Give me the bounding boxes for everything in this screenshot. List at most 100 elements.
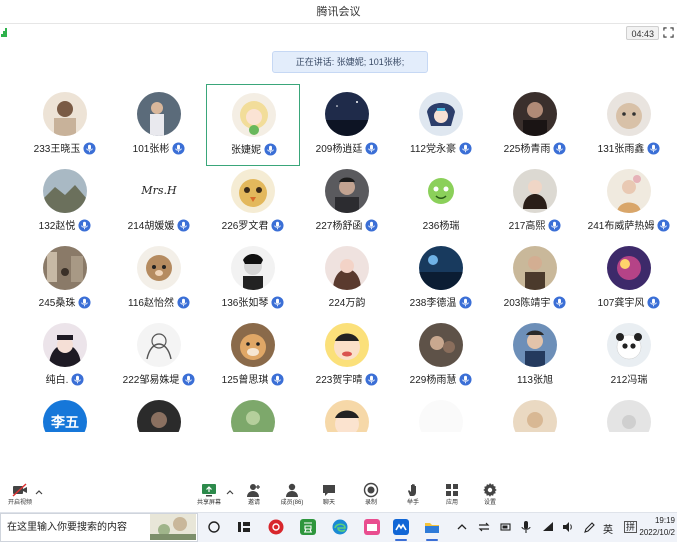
participant-name-row: 227杨舒函	[300, 219, 394, 235]
avatar	[325, 323, 369, 367]
participant-tile[interactable]: 131张雨鑫	[582, 84, 676, 166]
taskbar-clock[interactable]: 19:19 2022/10/2	[615, 515, 675, 539]
participant-tile[interactable]: 226罗文君	[206, 161, 300, 243]
raise-hand-button[interactable]: 举手	[393, 482, 433, 512]
widgets-icon[interactable]	[236, 519, 252, 535]
participant-tile[interactable]: 241布威萨热姆	[582, 161, 676, 243]
signal-icon[interactable]	[1, 28, 7, 37]
chevron-up-icon[interactable]	[456, 519, 468, 535]
participant-name: 245桑珠	[38, 298, 76, 309]
microphone-icon[interactable]	[657, 219, 670, 232]
microphone-icon[interactable]	[264, 143, 277, 156]
microphone-icon[interactable]	[172, 142, 185, 155]
microphone-icon[interactable]	[271, 296, 284, 309]
chat-label: 聊天	[322, 500, 335, 506]
microphone-icon[interactable]	[365, 373, 378, 386]
microphone-icon[interactable]	[365, 142, 378, 155]
store-app-icon[interactable]	[364, 519, 380, 535]
chat-button[interactable]: 聊天	[309, 482, 349, 512]
microphone-icon[interactable]	[520, 519, 532, 535]
microphone-icon[interactable]	[78, 219, 91, 232]
participant-tile[interactable]: 225杨青雨	[488, 84, 582, 166]
participant-tile[interactable]: 116赵怡然	[112, 238, 206, 320]
participant-tile[interactable]: 张婕妮	[206, 84, 300, 166]
participant-tile[interactable]: 136张如琴	[206, 238, 300, 320]
microphone-icon[interactable]	[177, 296, 190, 309]
microphone-icon[interactable]	[182, 373, 195, 386]
tencent-meeting-icon[interactable]	[393, 519, 409, 535]
microphone-icon[interactable]	[71, 373, 84, 386]
record-button[interactable]: 录制	[351, 482, 391, 512]
participant-tile[interactable]: 101张彬	[112, 84, 206, 166]
microphone-icon[interactable]	[647, 142, 660, 155]
microphone-icon[interactable]	[83, 142, 96, 155]
input-language[interactable]: 英	[603, 521, 613, 536]
participant-tile[interactable]: 238李德温	[394, 238, 488, 320]
task-view-icon[interactable]	[206, 519, 222, 535]
microphone-icon[interactable]	[365, 219, 378, 232]
microphone-icon[interactable]	[271, 373, 284, 386]
apps-button[interactable]: 应用	[432, 482, 472, 512]
video-button[interactable]: 开启视频	[0, 482, 40, 512]
participant-tile[interactable]: 224万韵	[300, 238, 394, 320]
fullscreen-icon[interactable]	[663, 27, 674, 38]
pen-icon[interactable]	[583, 519, 595, 535]
participant-tile[interactable]	[394, 392, 488, 432]
microphone-icon[interactable]	[459, 296, 472, 309]
participant-tile[interactable]: 203陈靖宇	[488, 238, 582, 320]
participant-tile[interactable]: 222邹易姝堤	[112, 315, 206, 397]
chevron-up-icon[interactable]	[35, 488, 43, 496]
participant-tile[interactable]: 107龚宇风	[582, 238, 676, 320]
share-screen-button[interactable]: 共享屏幕	[189, 482, 229, 512]
chevron-up-icon[interactable]	[226, 488, 234, 496]
douban-icon[interactable]	[300, 519, 316, 535]
participant-tile[interactable]: 李五	[18, 392, 112, 432]
microphone-icon[interactable]	[647, 296, 660, 309]
participant-tile[interactable]: 212冯瑞	[582, 315, 676, 397]
avatar-text: Mrs.H	[141, 184, 177, 197]
participant-tile[interactable]	[582, 392, 676, 432]
participant-tile[interactable]	[300, 392, 394, 432]
sync-icon[interactable]	[478, 519, 490, 535]
participant-tile[interactable]: 245桑珠	[18, 238, 112, 320]
participant-tile[interactable]: 227杨舒函	[300, 161, 394, 243]
participant-tile[interactable]: 217高熙	[488, 161, 582, 243]
participant-tile[interactable]: Mrs.H 214胡媛媛	[112, 161, 206, 243]
microphone-icon[interactable]	[271, 219, 284, 232]
participant-tile[interactable]: 125曾思琪	[206, 315, 300, 397]
netease-music-icon[interactable]	[268, 519, 284, 535]
participant-name-row: 229杨雨慧	[394, 373, 488, 389]
participant-tile[interactable]	[112, 392, 206, 432]
file-explorer-icon[interactable]	[424, 519, 440, 535]
participant-name-row: 101张彬	[112, 142, 206, 158]
participant-tile[interactable]: 223贺宇晴	[300, 315, 394, 397]
participant-tile[interactable]: 229杨雨慧	[394, 315, 488, 397]
participant-name-row: 116赵怡然	[112, 296, 206, 312]
wifi-icon[interactable]	[542, 519, 554, 535]
participant-name: 236杨瑞	[422, 221, 460, 232]
participant-tile[interactable]: 112党永豪	[394, 84, 488, 166]
participant-tile[interactable]: 233王晓玉	[18, 84, 112, 166]
settings-button[interactable]: 设置	[470, 482, 510, 512]
battery-icon[interactable]	[500, 519, 512, 535]
participant-tile[interactable]: 113张旭	[488, 315, 582, 397]
members-button[interactable]: 成员(86)	[272, 482, 312, 512]
microphone-icon[interactable]	[459, 142, 472, 155]
microphone-icon[interactable]	[78, 296, 91, 309]
avatar: Mrs.H	[137, 169, 181, 213]
avatar	[513, 400, 557, 432]
participant-tile[interactable]: 236杨瑞	[394, 161, 488, 243]
participant-tile[interactable]	[206, 392, 300, 432]
participant-tile[interactable]: 209杨逍廷	[300, 84, 394, 166]
invite-button[interactable]: 邀请	[234, 482, 274, 512]
participant-tile[interactable]: 纯白.	[18, 315, 112, 397]
microphone-icon[interactable]	[553, 142, 566, 155]
microphone-icon[interactable]	[548, 219, 561, 232]
edge-browser-icon[interactable]	[332, 519, 348, 535]
participant-tile[interactable]	[488, 392, 582, 432]
microphone-icon[interactable]	[459, 373, 472, 386]
participant-tile[interactable]: 132赵悦	[18, 161, 112, 243]
volume-icon[interactable]	[562, 519, 574, 535]
microphone-icon[interactable]	[553, 296, 566, 309]
microphone-icon[interactable]	[177, 219, 190, 232]
